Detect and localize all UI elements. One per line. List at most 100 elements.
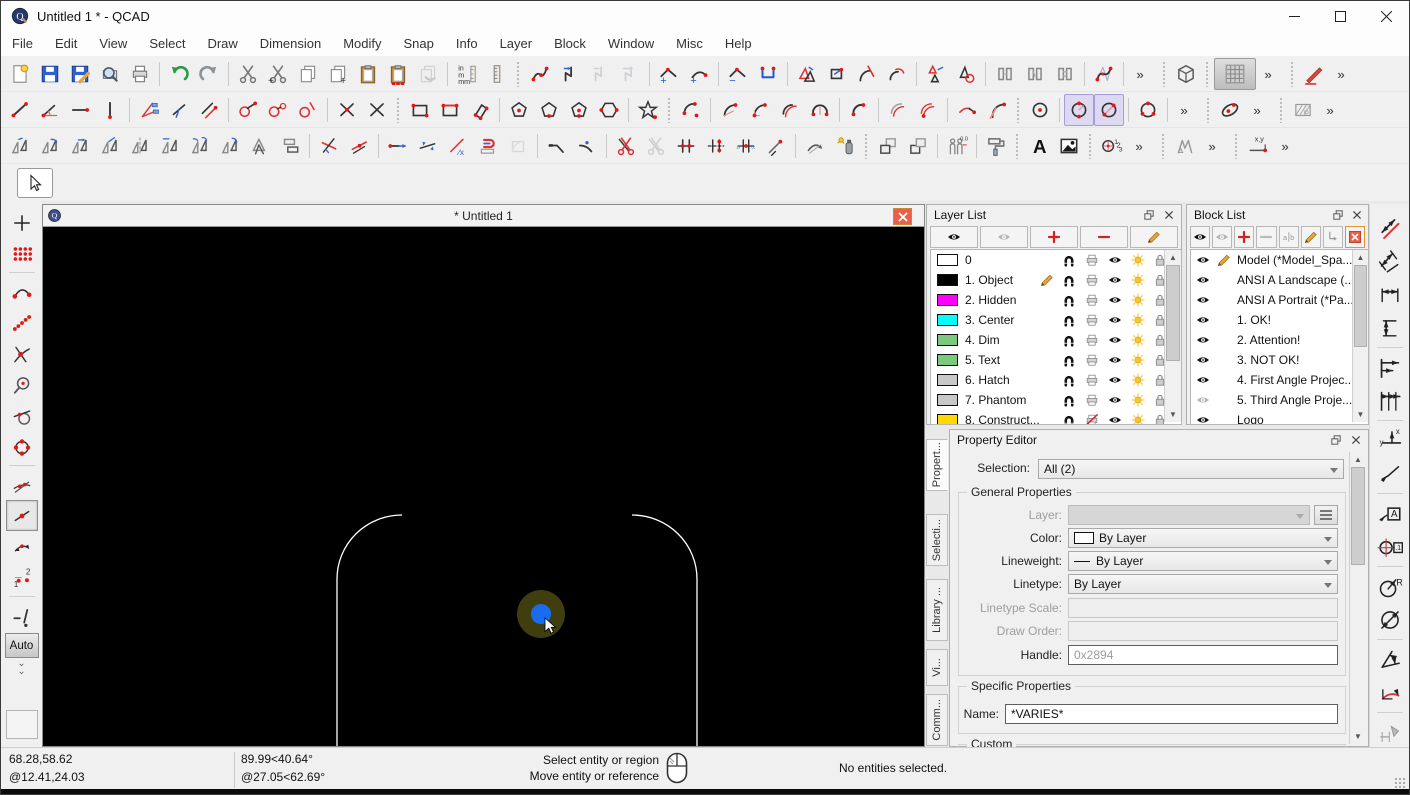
menu-misc[interactable]: Misc	[665, 31, 714, 56]
dock-tab-library[interactable]: Library ...	[926, 579, 948, 641]
lengthen2-button[interactable]	[413, 130, 443, 162]
dock-tab-selecti[interactable]: Selecti...	[926, 514, 948, 566]
layer-row[interactable]: 5. Text	[931, 350, 1181, 370]
layer-visible-icon[interactable]	[1107, 352, 1123, 368]
block-row[interactable]: ANSI A Landscape (...	[1191, 270, 1368, 290]
corner-cut-button[interactable]	[852, 58, 882, 90]
layer-visible-icon[interactable]	[1107, 392, 1123, 408]
dim-angular-button[interactable]	[1374, 643, 1406, 676]
polyline-u-button[interactable]	[753, 58, 783, 90]
overflow-button[interactable]: »	[1200, 130, 1230, 162]
pencil-edit-button[interactable]	[1299, 58, 1329, 90]
layer-brightness-icon[interactable]	[1130, 312, 1146, 328]
layer-print-icon[interactable]	[1084, 292, 1100, 308]
measure-ruler-button[interactable]	[482, 58, 512, 90]
layer-row[interactable]: 1. Object	[931, 270, 1181, 290]
polygon-side-button[interactable]	[534, 94, 564, 126]
block-visible-icon[interactable]	[1195, 312, 1211, 328]
copy-ref-button[interactable]: +	[323, 58, 353, 90]
box-3d-button[interactable]	[1171, 58, 1201, 90]
circle-tangent-3-button[interactable]	[293, 94, 323, 126]
overflow-button[interactable]: »	[1318, 94, 1348, 126]
resize-grip[interactable]	[1394, 777, 1406, 789]
drawing-entity[interactable]	[631, 514, 698, 746]
layer-brightness-icon[interactable]	[1130, 332, 1146, 348]
vertex-append-button[interactable]: +	[684, 58, 714, 90]
polyline-create-button[interactable]	[525, 58, 555, 90]
pipe-straight-button[interactable]	[990, 58, 1020, 90]
layer-print-icon[interactable]	[1084, 312, 1100, 328]
handle-input[interactable]: 0x2894	[1068, 645, 1338, 665]
block-insert-button[interactable]	[1322, 225, 1343, 248]
cut-ref-button[interactable]: +	[263, 58, 293, 90]
text-button[interactable]: A	[1024, 130, 1054, 162]
circle-2p-button[interactable]	[1064, 93, 1094, 126]
divide-x-button[interactable]: ∕x	[443, 130, 473, 162]
layer-brightness-icon[interactable]	[1130, 412, 1146, 424]
document-close-button[interactable]	[893, 208, 912, 225]
layer-row[interactable]: 0	[931, 250, 1181, 270]
break-arrows-button[interactable]: » «	[731, 130, 761, 162]
trim-two-button[interactable]	[314, 130, 344, 162]
corner-round-button[interactable]	[572, 130, 602, 162]
layer-brightness-icon[interactable]	[1130, 392, 1146, 408]
line-cross-button[interactable]	[332, 94, 362, 126]
drawing-entity[interactable]	[336, 514, 403, 746]
polygon-center-button[interactable]	[504, 94, 534, 126]
arc-radius-line-button[interactable]	[982, 94, 1012, 126]
menu-modify[interactable]: Modify	[332, 31, 392, 56]
rect-3p-button[interactable]	[465, 94, 495, 126]
snap-restrict-ortho-button[interactable]	[6, 531, 38, 562]
modify-scale-button[interactable]	[95, 130, 125, 162]
line-horizontal-button[interactable]	[65, 94, 95, 126]
snap-quadrant-button[interactable]	[6, 431, 38, 462]
snap-auto-button[interactable]: Auto	[4, 633, 39, 658]
layer-menu-button[interactable]	[1314, 505, 1338, 525]
order-back-button[interactable]	[903, 130, 933, 162]
block-visible-icon[interactable]	[1195, 272, 1211, 288]
break-dashed-button[interactable]	[701, 130, 731, 162]
shape-offset-button[interactable]	[822, 58, 852, 90]
layer-brightness-icon[interactable]	[1130, 252, 1146, 268]
dim-label-button[interactable]: A	[1374, 497, 1406, 530]
overflow-button[interactable]: »	[1256, 58, 1286, 90]
overflow-button[interactable]: »	[1128, 58, 1158, 90]
arc-par-2-button[interactable]	[913, 94, 943, 126]
property-scroll-down[interactable]: ▼	[1350, 729, 1366, 744]
layer-visible-icon[interactable]	[1107, 312, 1123, 328]
snap-intersection-button[interactable]	[6, 338, 38, 369]
file-save-button[interactable]	[35, 58, 65, 90]
circle-tangent-2-button[interactable]	[263, 94, 293, 126]
star-button[interactable]	[633, 94, 663, 126]
modify-mirror-button[interactable]	[5, 130, 35, 162]
arc-blend-button[interactable]	[882, 58, 912, 90]
arc-2p-button[interactable]	[844, 94, 874, 126]
layer-remove-button[interactable]	[1080, 225, 1128, 248]
menu-block[interactable]: Block	[543, 31, 597, 56]
layer-print-icon[interactable]	[1084, 412, 1100, 424]
block-edit-button[interactable]	[1300, 225, 1321, 248]
layer-print-icon[interactable]	[1084, 372, 1100, 388]
line-angle-button[interactable]	[35, 94, 65, 126]
property-editor-close-button[interactable]	[1348, 432, 1364, 448]
vertex-remove-button[interactable]: −	[723, 58, 753, 90]
circle-2pd-button[interactable]	[1094, 93, 1124, 126]
block-hide-all-button[interactable]	[1212, 225, 1233, 248]
snap-reference-button[interactable]	[6, 369, 38, 400]
block-visible-icon[interactable]	[1195, 392, 1211, 408]
arc-tangent-button[interactable]	[952, 94, 982, 126]
menu-layer[interactable]: Layer	[489, 31, 544, 56]
block-row[interactable]: Model (*Model_Spa...	[1191, 250, 1368, 270]
layer-row[interactable]: 3. Center	[931, 310, 1181, 330]
arc-par-1-button[interactable]	[883, 94, 913, 126]
dim-continue-button[interactable]	[1374, 384, 1406, 417]
close-button[interactable]	[1363, 1, 1409, 31]
snap-grid-button[interactable]	[6, 238, 38, 269]
layer-visible-icon[interactable]	[1107, 372, 1123, 388]
divide-gray-button[interactable]	[641, 130, 671, 162]
block-row[interactable]: 5. Third Angle Proje...	[1191, 390, 1368, 410]
line-parallel-button[interactable]	[194, 94, 224, 126]
name-input[interactable]: *VARIES*	[1005, 704, 1338, 724]
polygon-cs-button[interactable]	[564, 94, 594, 126]
drawing-canvas[interactable]	[43, 227, 924, 746]
